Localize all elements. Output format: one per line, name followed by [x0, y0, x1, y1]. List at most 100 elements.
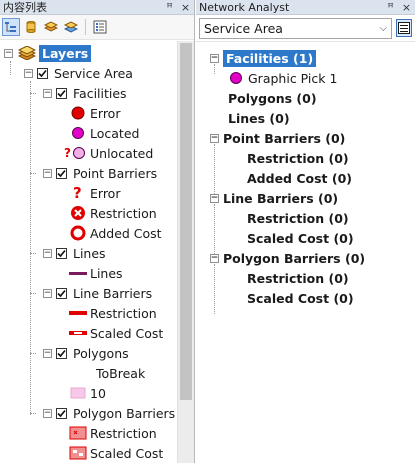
- collapse-icon[interactable]: −: [43, 348, 52, 358]
- collapse-icon[interactable]: −: [43, 88, 52, 98]
- point-barriers-class-label: Point Barriers (0): [223, 130, 346, 146]
- legend-label: Restriction: [90, 305, 157, 321]
- line-barriers-checkbox[interactable]: [56, 287, 67, 299]
- subclass-label: Scaled Cost (0): [247, 290, 354, 306]
- tree-row-layers[interactable]: − Layers: [4, 43, 92, 63]
- pin-icon[interactable]: ꟸ: [385, 2, 396, 13]
- close-icon[interactable]: ×: [180, 2, 191, 13]
- point-barriers-checkbox[interactable]: [56, 167, 67, 179]
- na-pb-added-cost[interactable]: Added Cost (0): [247, 168, 352, 188]
- legend-label: Added Cost: [90, 225, 162, 241]
- na-polygon-barriers[interactable]: − Polygon Barriers (0): [210, 248, 365, 268]
- facilities-checkbox[interactable]: [56, 87, 67, 99]
- lines-checkbox[interactable]: [56, 247, 67, 259]
- tree-line: [214, 144, 215, 194]
- tree-line: [10, 61, 11, 75]
- legend-label: Unlocated: [90, 145, 154, 161]
- error-dot-icon: [68, 105, 88, 121]
- service-area-label: Service Area: [54, 65, 133, 81]
- polygon-barriers-label: Polygon Barriers: [73, 405, 176, 421]
- toc-title-bar: 内容列表 ꟸ ×: [0, 0, 194, 15]
- na-layer-selector-row: Service Area ⌵: [196, 15, 415, 42]
- subclass-label: Restriction (0): [247, 210, 349, 226]
- legend-restriction-polygon: Restriction: [68, 423, 157, 443]
- collapse-icon[interactable]: −: [4, 48, 13, 58]
- tree-row-polygons[interactable]: − Polygons: [43, 343, 129, 363]
- na-pb-restriction[interactable]: Restriction (0): [247, 148, 349, 168]
- facility-item-label: Graphic Pick 1: [248, 70, 338, 86]
- tree-row-point-barriers[interactable]: − Point Barriers: [43, 163, 157, 183]
- tree-line: [30, 253, 36, 254]
- polygon-fill-icon: [68, 385, 88, 401]
- na-facilities[interactable]: − Facilities (1): [210, 48, 317, 68]
- scaled-cost-polygon-icon: [68, 445, 88, 461]
- na-line-barriers[interactable]: − Line Barriers (0): [210, 188, 338, 208]
- collapse-icon[interactable]: −: [210, 133, 219, 143]
- legend-lines: Lines: [68, 263, 123, 283]
- options-icon[interactable]: [91, 18, 109, 36]
- na-lb-restriction[interactable]: Restriction (0): [247, 208, 349, 228]
- svg-text:?: ?: [64, 146, 71, 160]
- pin-icon[interactable]: ꟸ: [164, 2, 175, 13]
- tree-line: [30, 81, 31, 415]
- na-gb-scaled-cost[interactable]: Scaled Cost (0): [247, 288, 354, 308]
- na-lines[interactable]: Lines (0): [228, 108, 290, 128]
- tree-line: [30, 173, 36, 174]
- na-graphic-pick[interactable]: Graphic Pick 1: [226, 68, 337, 88]
- legend-label: Scaled Cost: [90, 445, 164, 461]
- facilities-label: Facilities: [73, 85, 127, 101]
- na-point-barriers[interactable]: − Point Barriers (0): [210, 128, 345, 148]
- lines-label: Lines: [73, 245, 106, 261]
- collapse-icon[interactable]: −: [43, 248, 52, 258]
- na-polygons[interactable]: Polygons (0): [228, 88, 317, 108]
- collapse-icon[interactable]: −: [210, 193, 219, 203]
- legend-label: Scaled Cost: [90, 325, 164, 341]
- network-layer-dropdown[interactable]: Service Area ⌵: [199, 17, 393, 39]
- collapse-icon[interactable]: −: [210, 53, 219, 63]
- tree-line: [30, 293, 36, 294]
- layers-icon: [17, 45, 37, 61]
- list-by-source-icon[interactable]: [22, 18, 40, 36]
- legend-label: Error: [90, 105, 121, 121]
- service-area-checkbox[interactable]: [37, 67, 48, 79]
- list-by-selection-icon[interactable]: [62, 18, 80, 36]
- collapse-icon[interactable]: −: [210, 253, 219, 263]
- polygons-checkbox[interactable]: [56, 347, 67, 359]
- toolbar-separator: [85, 19, 86, 35]
- na-gb-restriction[interactable]: Restriction (0): [247, 268, 349, 288]
- tree-row-lines[interactable]: − Lines: [43, 243, 106, 263]
- collapse-icon[interactable]: −: [24, 68, 33, 78]
- legend-restriction-point: Restriction: [68, 203, 157, 223]
- scaled-cost-line-icon: [68, 325, 88, 341]
- toc-title: 内容列表: [3, 1, 47, 14]
- tree-row-line-barriers[interactable]: − Line Barriers: [43, 283, 152, 303]
- toc-scrollbar[interactable]: [177, 41, 194, 463]
- legend-unlocated: ? Unlocated: [64, 143, 153, 163]
- legend-polygon-10: 10: [68, 383, 106, 403]
- collapse-icon[interactable]: −: [43, 408, 52, 418]
- collapse-icon[interactable]: −: [43, 288, 52, 298]
- list-by-visibility-icon[interactable]: [42, 18, 60, 36]
- tree-row-facilities[interactable]: − Facilities: [43, 83, 127, 103]
- collapse-icon[interactable]: −: [43, 168, 52, 178]
- toc-toolbar: [0, 15, 194, 40]
- tree-row-service-area[interactable]: − Service Area: [24, 63, 133, 83]
- legend-tobreak-heading: ToBreak: [96, 363, 145, 383]
- polygon-barriers-checkbox[interactable]: [56, 407, 67, 419]
- polygons-label: Polygons: [73, 345, 129, 361]
- legend-field-label: ToBreak: [96, 365, 146, 381]
- svg-text:?: ?: [73, 185, 82, 201]
- toc-scroll-thumb[interactable]: [180, 43, 192, 400]
- na-lb-scaled-cost[interactable]: Scaled Cost (0): [247, 228, 354, 248]
- lines-class-label: Lines (0): [228, 110, 290, 126]
- layer-properties-icon[interactable]: [396, 19, 412, 37]
- facilities-class-label: Facilities (1): [223, 49, 317, 67]
- line-barriers-class-label: Line Barriers (0): [223, 190, 339, 206]
- list-by-drawing-order-icon[interactable]: [2, 18, 20, 36]
- polygon-barriers-class-label: Polygon Barriers (0): [223, 250, 366, 266]
- added-cost-ring-icon: [68, 225, 88, 241]
- restriction-x-icon: [68, 205, 88, 221]
- tree-row-polygon-barriers[interactable]: − Polygon Barriers: [43, 403, 175, 423]
- close-icon[interactable]: ×: [401, 2, 412, 13]
- tree-line: [214, 264, 215, 314]
